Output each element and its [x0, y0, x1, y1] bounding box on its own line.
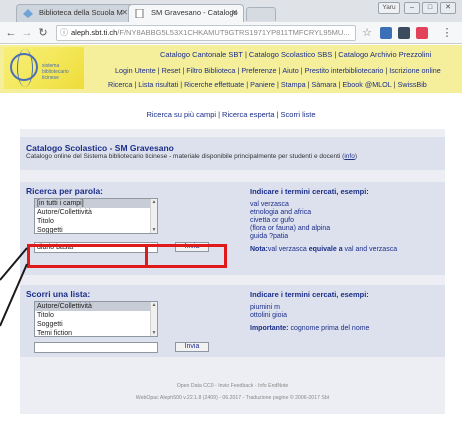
footer-links[interactable]: Open Data CC0 - Invio Feedback - Info En…	[20, 383, 445, 389]
link-reset[interactable]: Reset	[162, 66, 181, 75]
close-tab-icon[interactable]: ✕	[231, 8, 238, 17]
tab-title: Biblioteca della Scuola M	[39, 8, 123, 17]
list-item[interactable]: Titolo	[35, 311, 157, 320]
pocket-icon[interactable]	[416, 27, 428, 39]
catalog-subtitle: Catalogo online del Sistema bibliotecari…	[26, 153, 357, 160]
header-links-row2: Login Utente | Reset | Filtro Biblioteca | Pre…	[115, 66, 441, 75]
back-icon[interactable]: ←	[4, 26, 18, 40]
link-filtro[interactable]: Filtro Biblioteca	[186, 66, 235, 75]
word-search-field-list[interactable]: [in tutti i campi] Autore/Collettività T…	[34, 198, 158, 234]
page-favicon-icon	[135, 9, 144, 18]
new-tab-button[interactable]	[246, 7, 276, 21]
word-search-title: Ricerca per parola:	[26, 186, 104, 196]
link-scorri-liste[interactable]: Scorri liste	[281, 110, 316, 119]
minimize-button[interactable]: –	[404, 2, 420, 14]
list-item[interactable]: Soggetti	[35, 226, 157, 233]
search-note: Nota:val verzasca equivale a val and ver…	[250, 246, 398, 253]
link-login[interactable]: Login Utente	[115, 66, 156, 75]
catalog-title: Catalogo Scolastico - SM Gravesano	[26, 143, 174, 153]
scrollbar[interactable]: ▲ ▼	[150, 199, 157, 233]
browse-list-section: Scorri una lista: Autore/Collettività Ti…	[20, 285, 445, 357]
page-content: sistema bibliotecario ticinese Catalogo …	[0, 45, 462, 423]
url-path: /F/NY8ABBG5L53X1CHKAMUT9GTRS1971YP811TMF…	[117, 28, 350, 37]
extension-icon[interactable]	[398, 27, 410, 39]
link-ricerche-effettuate[interactable]: Ricerche effettuate	[184, 80, 244, 89]
link-prestito[interactable]: Prestito interbibliotecario	[305, 66, 384, 75]
link-ricerca-esperta[interactable]: Ricerca esperta	[222, 110, 275, 119]
list-item[interactable]: [in tutti i campi]	[35, 199, 157, 208]
tab-title: SM Gravesano - Catalogo	[151, 8, 238, 17]
reload-icon[interactable]: ↻	[36, 26, 50, 40]
list-item[interactable]: Temi fiction	[35, 329, 157, 336]
word-search-hints: Indicare i termini cercati, esempi: val …	[250, 187, 398, 254]
annotation-arrows	[0, 247, 28, 327]
link-paniere[interactable]: Paniere	[250, 80, 275, 89]
browse-list-hints: Indicare i termini cercati, esempi: pium…	[250, 290, 370, 333]
catalog-intro: Catalogo Scolastico - SM Gravesano Catal…	[20, 137, 445, 170]
link-preferenze[interactable]: Preferenze	[241, 66, 276, 75]
tab-biblioteca[interactable]: Biblioteca della Scuola M ✕	[16, 4, 134, 22]
address-bar[interactable]: ⓘ aleph.sbt.ti.ch/F/NY8ABBG5L53X1CHKAMUT…	[56, 25, 356, 41]
main-panel: Catalogo Scolastico - SM Gravesano Catal…	[20, 129, 445, 414]
url-host: aleph.sbt.ti.ch	[71, 28, 118, 37]
sbt-logo: sistema bibliotecario ticinese	[4, 47, 84, 89]
link-ricerca-campi[interactable]: Ricerca su più campi	[146, 110, 216, 119]
list-item[interactable]: Autore/Collettività	[35, 302, 157, 311]
bookmark-star-icon[interactable]: ☆	[360, 26, 374, 40]
catalog-header: sistema bibliotecario ticinese Catalogo …	[0, 45, 462, 93]
maximize-button[interactable]: □	[422, 2, 438, 14]
browser-tabbar: Biblioteca della Scuola M ✕ SM Gravesano…	[0, 0, 462, 22]
site-favicon-icon	[23, 9, 33, 18]
info-icon[interactable]: ⓘ	[60, 26, 68, 40]
browser-toolbar: ← → ↻ ⓘ aleph.sbt.ti.ch/F/NY8ABBG5L53X1C…	[0, 22, 462, 44]
link-catalogo-prezzolini[interactable]: Catalogo Archivio Prezzolini	[338, 50, 431, 59]
footer-version: WebOpac Aleph500 v.22.1.8 (2409) - 06.20…	[135, 395, 330, 401]
search-mode-nav: Ricerca su più campi | Ricerca esperta | Sco…	[146, 110, 316, 119]
menu-dots-icon[interactable]: ⋮	[440, 26, 454, 40]
header-links-row3: Ricerca | Lista risultati | Ricerche effettu…	[108, 80, 427, 89]
list-item[interactable]: Soggetti	[35, 320, 157, 329]
forward-icon[interactable]: →	[20, 26, 34, 40]
link-catalogo-cantonale[interactable]: Catalogo Cantonale SBT	[160, 50, 243, 59]
extension-icon[interactable]	[380, 27, 392, 39]
link-aiuto[interactable]: Aiuto	[282, 66, 298, 75]
close-window-button[interactable]: ✕	[440, 2, 456, 14]
link-ricerca[interactable]: Ricerca	[108, 80, 132, 89]
profile-chip[interactable]: Yaru	[378, 2, 400, 14]
info-link[interactable]: info	[344, 153, 354, 160]
link-catalogo-scolastico[interactable]: Catalogo Scolastico SBS	[249, 50, 332, 59]
link-samara[interactable]: Sàmara	[311, 80, 336, 89]
link-iscrizione[interactable]: Iscrizione online	[389, 66, 441, 75]
link-lista-risultati[interactable]: Lista risultati	[138, 80, 178, 89]
link-ebook[interactable]: Ebook @MLOL	[343, 80, 392, 89]
browse-list-field-list[interactable]: Autore/Collettività Titolo Soggetti Temi…	[34, 301, 158, 337]
list-item[interactable]: Titolo	[35, 217, 157, 226]
tab-sm-gravesano[interactable]: SM Gravesano - Catalogo ✕	[128, 4, 244, 22]
link-swissbib[interactable]: SwissBib	[398, 80, 427, 89]
browse-list-submit-button[interactable]: Invia	[175, 342, 209, 352]
link-stampa[interactable]: Stampa	[281, 80, 306, 89]
close-tab-icon[interactable]: ✕	[121, 8, 128, 17]
list-item[interactable]: Autore/Collettività	[35, 208, 157, 217]
browse-list-input[interactable]	[34, 342, 158, 353]
important-note: Importante: cognome prima del nome	[250, 325, 370, 332]
highlight-box	[145, 244, 227, 268]
scrollbar[interactable]: ▲ ▼	[150, 302, 157, 336]
header-links-row1: Catalogo Cantonale SBT | Catalogo Scolasti…	[160, 50, 432, 59]
